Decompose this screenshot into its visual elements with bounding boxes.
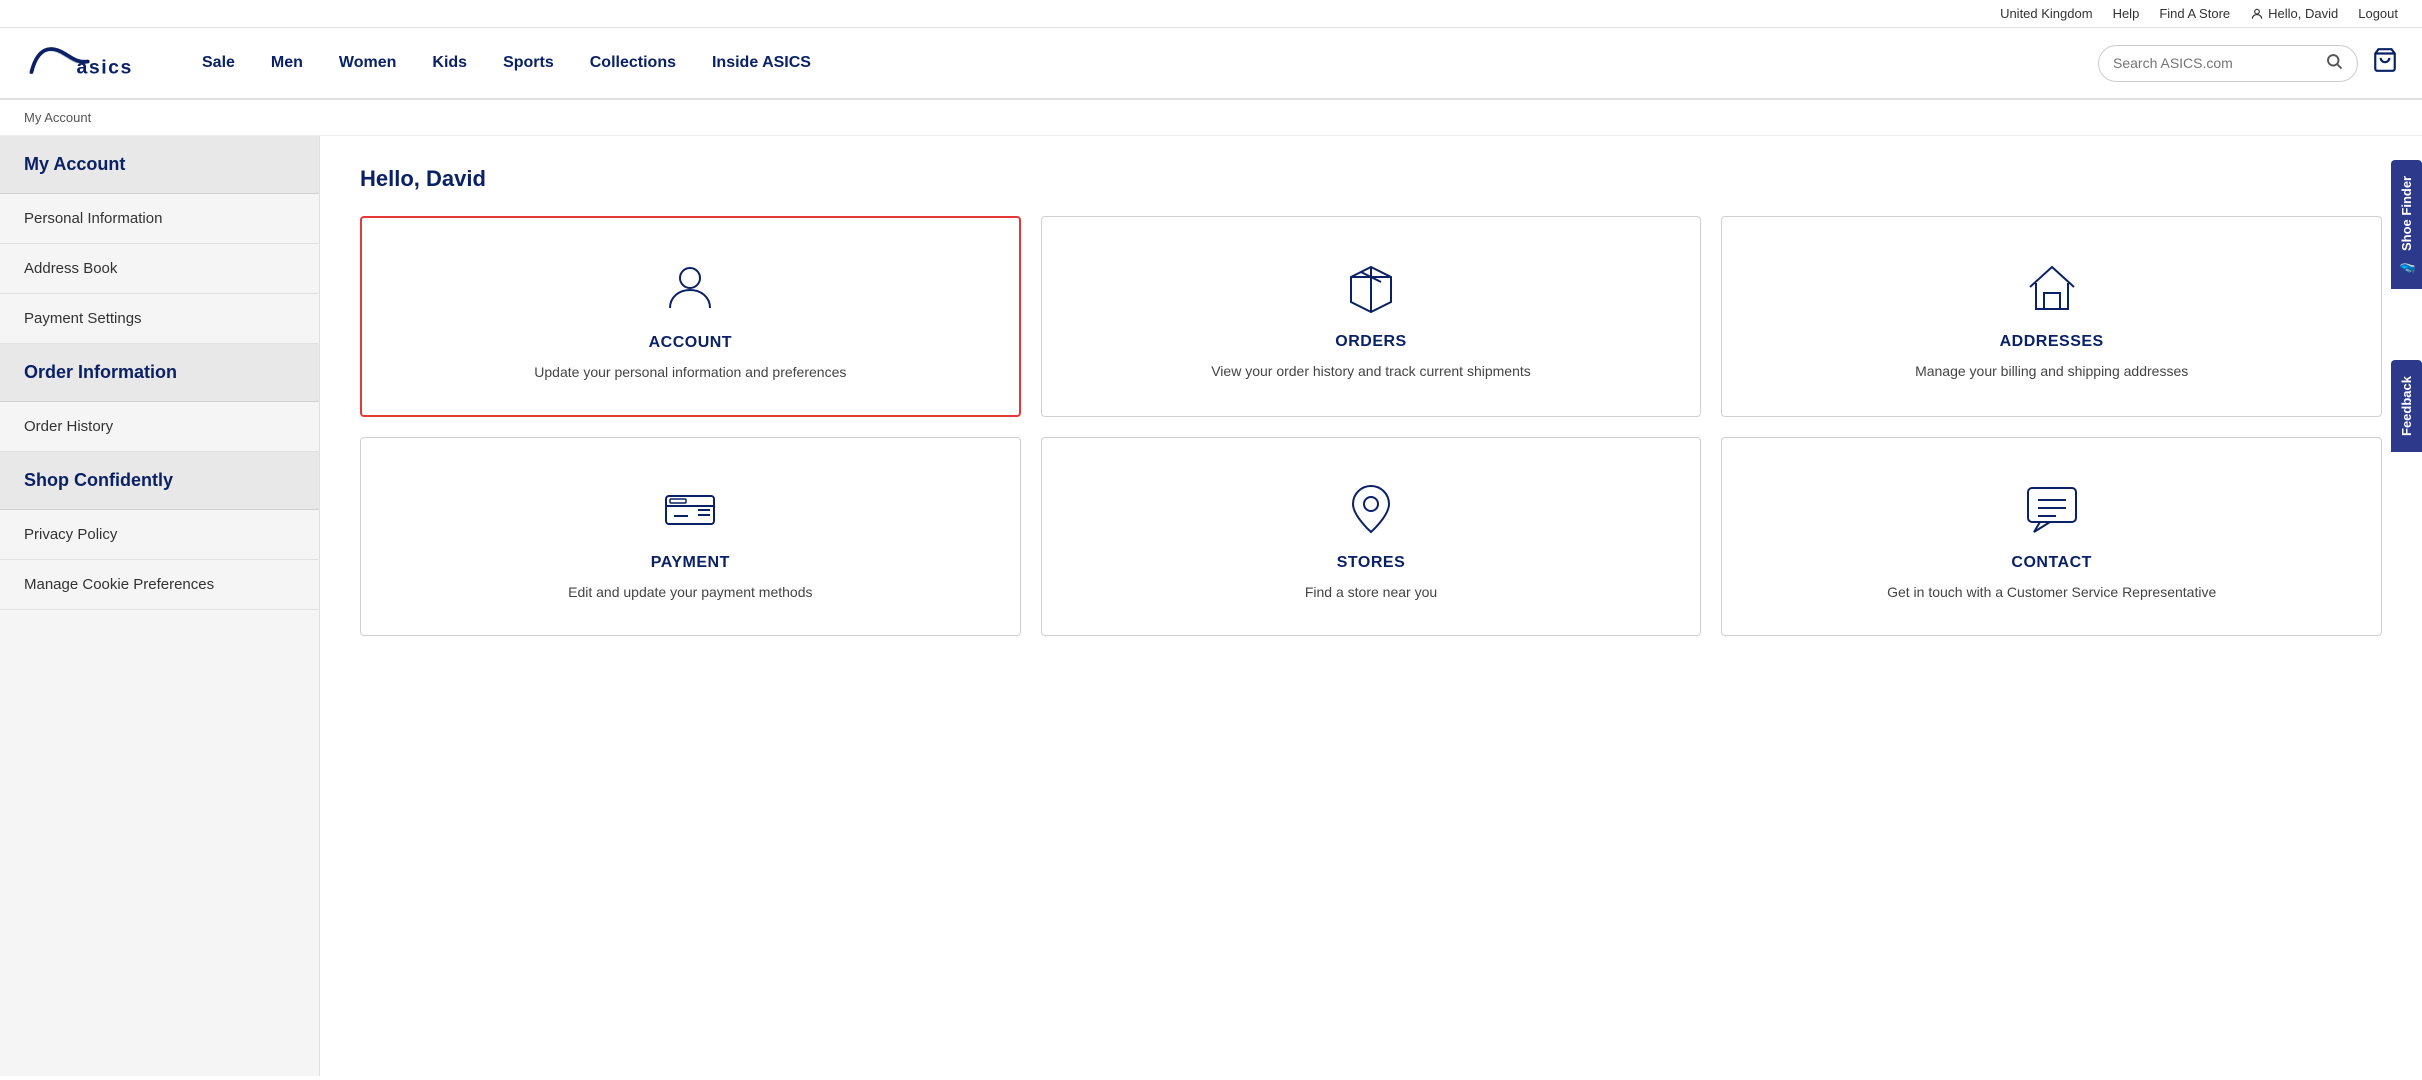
sidebar: My Account Personal Information Address … [0, 136, 320, 1076]
nav-men[interactable]: Men [253, 44, 321, 82]
user-icon [2250, 7, 2264, 21]
user-greeting: Hello, David [2250, 6, 2338, 21]
feedback-label: Feedback [2399, 376, 2414, 436]
header-right [2098, 45, 2398, 82]
card-account-title: ACCOUNT [649, 334, 733, 352]
logout-button[interactable]: Logout [2358, 6, 2398, 21]
svg-text:asics: asics [77, 57, 133, 79]
shoe-finder-icon: 👟 [2399, 257, 2414, 273]
nav-collections[interactable]: Collections [572, 44, 694, 82]
sidebar-item-manage-cookie-preferences[interactable]: Manage Cookie Preferences [0, 560, 319, 610]
card-account[interactable]: ACCOUNT Update your personal information… [360, 216, 1021, 417]
search-icon [2325, 52, 2343, 70]
card-stores-title: STORES [1337, 554, 1406, 572]
location-icon [1341, 478, 1401, 538]
cart-button[interactable] [2372, 47, 2398, 79]
region-label[interactable]: United Kingdom [2000, 6, 2093, 21]
sidebar-section-shop-confidently[interactable]: Shop Confidently [0, 452, 319, 510]
sidebar-item-personal-information[interactable]: Personal Information [0, 194, 319, 244]
card-orders-desc: View your order history and track curren… [1211, 361, 1531, 382]
site-header: asics Sale Men Women Kids Sports Collect… [0, 28, 2422, 100]
sidebar-item-order-history[interactable]: Order History [0, 402, 319, 452]
card-contact-desc: Get in touch with a Customer Service Rep… [1887, 582, 2216, 603]
card-addresses-title: ADDRESSES [2000, 333, 2104, 351]
sidebar-item-privacy-policy[interactable]: Privacy Policy [0, 510, 319, 560]
card-payment-desc: Edit and update your payment methods [568, 582, 812, 603]
sidebar-section-my-account[interactable]: My Account [0, 136, 319, 194]
breadcrumb-text[interactable]: My Account [24, 110, 91, 125]
card-payment[interactable]: PAYMENT Edit and update your payment met… [360, 437, 1021, 636]
search-button[interactable] [2325, 52, 2343, 75]
card-orders-title: ORDERS [1335, 333, 1406, 351]
nav-kids[interactable]: Kids [414, 44, 485, 82]
payment-icon [660, 478, 720, 538]
main-nav: Sale Men Women Kids Sports Collections I… [184, 44, 2098, 82]
nav-sale[interactable]: Sale [184, 44, 253, 82]
page-layout: My Account Personal Information Address … [0, 136, 2422, 1076]
nav-sports[interactable]: Sports [485, 44, 572, 82]
card-stores-desc: Find a store near you [1305, 582, 1437, 603]
feedback-tab[interactable]: Feedback [2391, 360, 2422, 452]
card-addresses-desc: Manage your billing and shipping address… [1915, 361, 2188, 382]
nav-inside-asics[interactable]: Inside ASICS [694, 44, 829, 82]
box-icon [1341, 257, 1401, 317]
find-store-link[interactable]: Find A Store [2159, 6, 2230, 21]
card-orders[interactable]: ORDERS View your order history and track… [1041, 216, 1702, 417]
card-stores[interactable]: STORES Find a store near you [1041, 437, 1702, 636]
nav-women[interactable]: Women [321, 44, 414, 82]
sidebar-item-address-book[interactable]: Address Book [0, 244, 319, 294]
sidebar-section-order-information[interactable]: Order Information [0, 344, 319, 402]
page-greeting: Hello, David [360, 166, 2382, 192]
search-input[interactable] [2113, 55, 2325, 71]
logo-area[interactable]: asics [24, 38, 144, 88]
search-bar-container [2098, 45, 2358, 82]
shoe-finder-label: Shoe Finder [2399, 176, 2414, 251]
card-account-desc: Update your personal information and pre… [534, 362, 846, 383]
help-link[interactable]: Help [2113, 6, 2140, 21]
card-addresses[interactable]: ADDRESSES Manage your billing and shippi… [1721, 216, 2382, 417]
asics-logo[interactable]: asics [24, 38, 144, 88]
person-icon [660, 258, 720, 318]
chat-icon [2022, 478, 2082, 538]
cards-grid: ACCOUNT Update your personal information… [360, 216, 2382, 636]
card-contact-title: CONTACT [2011, 554, 2092, 572]
sidebar-item-payment-settings[interactable]: Payment Settings [0, 294, 319, 344]
cart-icon [2372, 47, 2398, 73]
home-icon [2022, 257, 2082, 317]
shoe-finder-tab[interactable]: 👟 Shoe Finder [2391, 160, 2422, 289]
main-content: Hello, David ACCOUNT Update your persona… [320, 136, 2422, 1076]
utility-bar: United Kingdom Help Find A Store Hello, … [0, 0, 2422, 28]
breadcrumb: My Account [0, 100, 2422, 136]
card-contact[interactable]: CONTACT Get in touch with a Customer Ser… [1721, 437, 2382, 636]
card-payment-title: PAYMENT [651, 554, 730, 572]
